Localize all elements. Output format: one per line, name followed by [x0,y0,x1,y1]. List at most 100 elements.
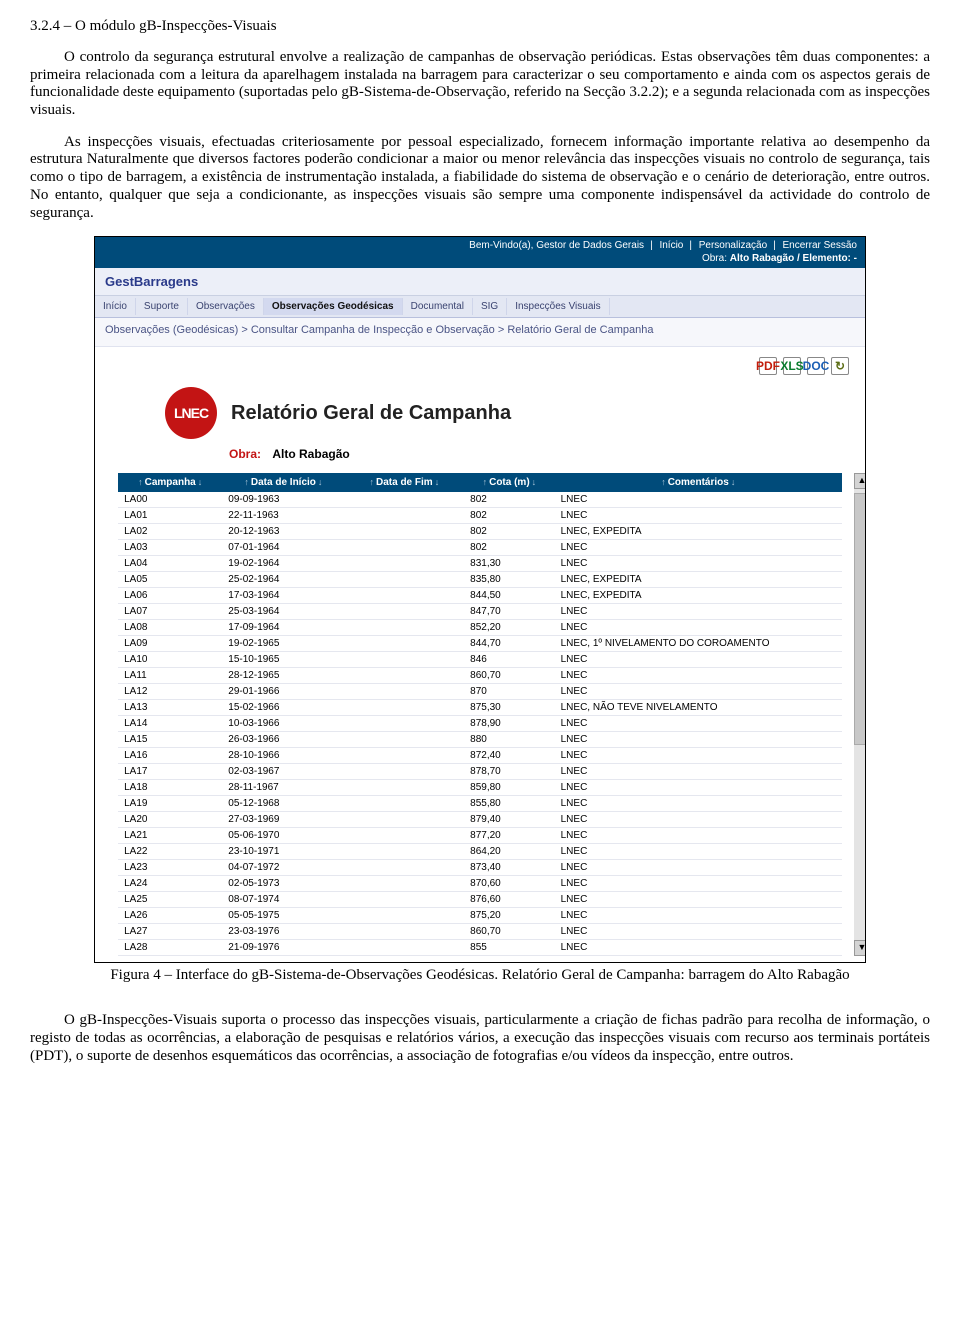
table-row[interactable]: LA1628-10-1966872,40LNEC [118,748,842,764]
toplink-personalizacao[interactable]: Personalização [689,240,767,253]
table-cell [345,524,465,540]
table-cell: 23-10-1971 [222,844,344,860]
table-cell: LNEC, NÃO TEVE NIVELAMENTO [555,700,842,716]
table-cell: 878,90 [464,716,554,732]
obra-label: Obra: [702,253,727,264]
table-cell: LA26 [118,908,222,924]
table-cell: LA06 [118,588,222,604]
table-cell: LNEC [555,908,842,924]
table-cell: 870,60 [464,876,554,892]
menu-item[interactable]: Suporte [136,298,188,315]
app-topbar: Bem-Vindo(a), Gestor de Dados Gerais Iní… [95,237,865,268]
table-row[interactable]: LA1905-12-1968855,80LNEC [118,796,842,812]
export-xls-icon[interactable]: XLS [783,357,801,375]
col-campanha[interactable]: ↑Campanha↓ [118,473,222,492]
table-row[interactable]: LA2402-05-1973870,60LNEC [118,876,842,892]
table-row[interactable]: LA2304-07-1972873,40LNEC [118,860,842,876]
menu-item[interactable]: SIG [473,298,507,315]
table-cell: LA20 [118,812,222,828]
menu-item[interactable]: Documental [403,298,473,315]
table-row[interactable]: LA0617-03-1964844,50LNEC, EXPEDITA [118,588,842,604]
scrollbar[interactable]: ▲ ▼ [854,473,866,956]
table-cell: 21-09-1976 [222,940,344,956]
table-row[interactable]: LA1702-03-1967878,70LNEC [118,764,842,780]
table-cell [345,588,465,604]
scroll-thumb[interactable] [854,493,866,745]
table-cell: LNEC, EXPEDITA [555,572,842,588]
table-cell [345,716,465,732]
table-cell: 872,40 [464,748,554,764]
paragraph-1: O controlo da segurança estrutural envol… [30,49,930,120]
table-cell: 855,80 [464,796,554,812]
table-row[interactable]: LA1015-10-1965846LNEC [118,652,842,668]
col-comentarios[interactable]: ↑Comentários↓ [555,473,842,492]
scroll-down-icon[interactable]: ▼ [854,940,866,956]
scroll-up-icon[interactable]: ▲ [854,473,866,489]
table-cell: LA19 [118,796,222,812]
table-cell [345,940,465,956]
table-row[interactable]: LA1229-01-1966870LNEC [118,684,842,700]
table-cell: 02-03-1967 [222,764,344,780]
table-cell: 855 [464,940,554,956]
table-cell: 852,20 [464,620,554,636]
obra-value: Alto Rabagão / Elemento: - [730,253,857,264]
table-cell: LNEC [555,620,842,636]
table-row[interactable]: LA0725-03-1964847,70LNEC [118,604,842,620]
table-row[interactable]: LA0220-12-1963802LNEC, EXPEDITA [118,524,842,540]
table-row[interactable]: LA1410-03-1966878,90LNEC [118,716,842,732]
toplink-encerrar[interactable]: Encerrar Sessão [773,240,857,253]
table-row[interactable]: LA2723-03-1976860,70LNEC [118,924,842,940]
table-cell [345,508,465,524]
table-row[interactable]: LA0307-01-1964802LNEC [118,540,842,556]
menu-item[interactable]: Observações Geodésicas [264,298,403,315]
table-row[interactable]: LA1128-12-1965860,70LNEC [118,668,842,684]
brand-logo[interactable]: GestBarragens [95,268,865,296]
table-cell: LNEC [555,604,842,620]
table-row[interactable]: LA0009-09-1963802LNEC [118,492,842,508]
table-row[interactable]: LA2508-07-1974876,60LNEC [118,892,842,908]
table-cell: LA18 [118,780,222,796]
table-row[interactable]: LA2821-09-1976855LNEC [118,940,842,956]
toplink-inicio[interactable]: Início [650,240,683,253]
table-cell [345,860,465,876]
table-row[interactable]: LA0817-09-1964852,20LNEC [118,620,842,636]
table-row[interactable]: LA0919-02-1965844,70LNEC, 1º NIVELAMENTO… [118,636,842,652]
export-doc-icon[interactable]: DOC [807,357,825,375]
col-cota[interactable]: ↑Cota (m)↓ [464,473,554,492]
table-cell: 859,80 [464,780,554,796]
table-cell: LNEC [555,860,842,876]
table-row[interactable]: LA1828-11-1967859,80LNEC [118,780,842,796]
table-cell: 28-12-1965 [222,668,344,684]
table-cell [345,892,465,908]
table-cell: 879,40 [464,812,554,828]
table-cell: LNEC [555,828,842,844]
table-row[interactable]: LA0122-11-1963802LNEC [118,508,842,524]
table-cell: 860,70 [464,924,554,940]
export-pdf-icon[interactable]: PDF [759,357,777,375]
table-row[interactable]: LA2027-03-1969879,40LNEC [118,812,842,828]
export-toolbar: PDF XLS DOC ↻ [95,357,865,375]
table-cell: LA08 [118,620,222,636]
document-page: 3.2.4 – O módulo gB-Inspecções-Visuais O… [0,0,960,1103]
table-cell: LA15 [118,732,222,748]
col-fim[interactable]: ↑Data de Fim↓ [345,473,465,492]
table-cell: 875,20 [464,908,554,924]
report-panel: PDF XLS DOC ↻ LNEC Relatório Geral de Ca… [95,347,865,962]
menu-item[interactable]: Inspecções Visuais [507,298,609,315]
table-cell: LA23 [118,860,222,876]
lnec-logo-icon: LNEC [165,387,217,439]
table-row[interactable]: LA0419-02-1964831,30LNEC [118,556,842,572]
table-cell: LNEC [555,684,842,700]
menu-item[interactable]: Observações [188,298,264,315]
table-row[interactable]: LA2105-06-1970877,20LNEC [118,828,842,844]
table-row[interactable]: LA1526-03-1966880LNEC [118,732,842,748]
menu-item[interactable]: Início [95,298,136,315]
refresh-icon[interactable]: ↻ [831,357,849,375]
table-row[interactable]: LA0525-02-1964835,80LNEC, EXPEDITA [118,572,842,588]
table-row[interactable]: LA2605-05-1975875,20LNEC [118,908,842,924]
col-inicio[interactable]: ↑Data de Início↓ [222,473,344,492]
table-row[interactable]: LA2223-10-1971864,20LNEC [118,844,842,860]
table-row[interactable]: LA1315-02-1966875,30LNEC, NÃO TEVE NIVEL… [118,700,842,716]
table-cell: 10-03-1966 [222,716,344,732]
report-obra-label: Obra: [229,447,261,461]
